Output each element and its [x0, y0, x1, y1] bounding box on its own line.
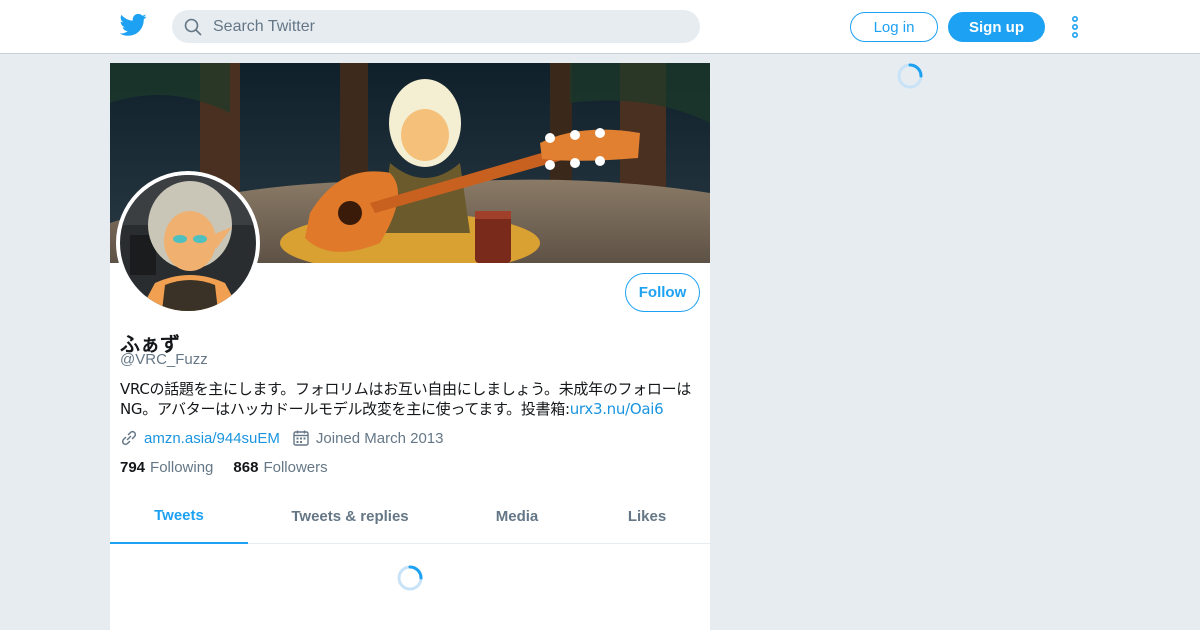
- profile-handle: @VRC_Fuzz: [120, 351, 208, 368]
- joined-date: Joined March 2013: [315, 429, 444, 447]
- tab-tweets[interactable]: Tweets: [110, 489, 248, 544]
- search-box[interactable]: [172, 10, 700, 43]
- following-count: 794: [120, 459, 146, 476]
- followers-label: Followers: [263, 459, 328, 476]
- bio-link[interactable]: urx3.nu/Oai6: [570, 400, 664, 418]
- profile-website-link[interactable]: amzn.asia/944suEM: [144, 430, 280, 447]
- profile-meta: amzn.asia/944suEM Joined March 2013: [120, 428, 444, 448]
- link-icon: [121, 430, 137, 446]
- profile-card: Follow ふぁず @VRC_Fuzz VRCの話題を主にします。フォロリムは…: [110, 63, 710, 630]
- tab-media[interactable]: Media: [480, 489, 554, 544]
- profile-bio: VRCの話題を主にします。フォロリムはお互い自由にしましょう。未成年のフォローは…: [120, 379, 700, 419]
- loading-spinner-icon: [897, 63, 923, 89]
- profile-avatar[interactable]: [116, 171, 260, 315]
- more-options-icon[interactable]: [1069, 15, 1081, 39]
- top-navigation-bar: Log in Sign up: [0, 0, 1200, 54]
- following-stat[interactable]: 794 Following: [120, 459, 213, 476]
- calendar-icon: [293, 430, 309, 446]
- timeline-loading-spinner-icon: [397, 565, 423, 591]
- tab-tweets-and-replies[interactable]: Tweets & replies: [280, 489, 420, 544]
- followers-stat[interactable]: 868 Followers: [233, 459, 327, 476]
- follow-button[interactable]: Follow: [625, 273, 700, 312]
- followers-count: 868: [233, 459, 259, 476]
- profile-stats: 794 Following 868 Followers: [120, 459, 348, 476]
- signup-button[interactable]: Sign up: [948, 12, 1045, 42]
- following-label: Following: [150, 459, 214, 476]
- tab-likes[interactable]: Likes: [615, 489, 679, 544]
- twitter-bird-icon[interactable]: [120, 13, 147, 37]
- search-input[interactable]: [213, 10, 683, 43]
- login-button[interactable]: Log in: [850, 12, 938, 42]
- profile-tabs: Tweets Tweets & replies Media Likes: [110, 489, 710, 544]
- search-icon: [184, 18, 202, 36]
